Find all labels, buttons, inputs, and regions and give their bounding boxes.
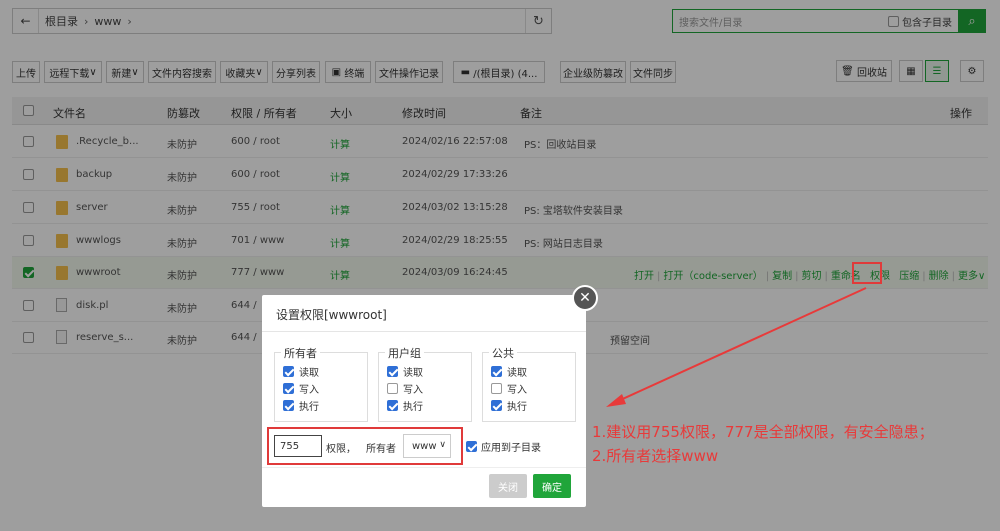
confirm-button[interactable]: 确定 [533, 474, 571, 498]
public-group-title: 公共 [489, 345, 517, 361]
group-exec-checkbox[interactable] [387, 400, 398, 411]
close-button[interactable]: 关闭 [489, 474, 527, 498]
close-icon[interactable]: ✕ [572, 285, 598, 311]
permission-dialog: 设置权限[wwwroot] 所有者 读取 写入 执行 用户组 读取 写入 执行 … [262, 295, 586, 507]
public-group: 公共 读取 写入 执行 [482, 345, 576, 422]
dialog-title: 设置权限[wwwroot] [276, 308, 387, 322]
apply-subdir-option[interactable]: 应用到子目录 [466, 439, 541, 454]
owner-read-checkbox[interactable] [283, 366, 294, 377]
annotation-line-1: 1.建议用755权限，777是全部权限，有安全隐患； [592, 423, 934, 441]
owner-group: 所有者 读取 写入 执行 [274, 345, 368, 422]
apply-subdir-checkbox[interactable] [466, 441, 477, 452]
public-exec-checkbox[interactable] [491, 400, 502, 411]
owner-write-checkbox[interactable] [283, 383, 294, 394]
owner-exec-option[interactable]: 执行 [283, 398, 319, 413]
highlight-permission-owner [267, 427, 463, 465]
public-write-option[interactable]: 写入 [491, 381, 527, 396]
annotation-line-2: 2.所有者选择www [592, 447, 719, 465]
public-exec-option[interactable]: 执行 [491, 398, 527, 413]
owner-read-option[interactable]: 读取 [283, 364, 319, 379]
group-write-option[interactable]: 写入 [387, 381, 423, 396]
group-group-title: 用户组 [385, 345, 424, 361]
owner-write-option[interactable]: 写入 [283, 381, 319, 396]
group-exec-option[interactable]: 执行 [387, 398, 423, 413]
public-read-checkbox[interactable] [491, 366, 502, 377]
group-write-checkbox[interactable] [387, 383, 398, 394]
owner-group-title: 所有者 [281, 345, 320, 361]
annotation-note: 1.建议用755权限，777是全部权限，有安全隐患； 2.所有者选择www [592, 420, 934, 468]
owner-exec-checkbox[interactable] [283, 400, 294, 411]
group-read-option[interactable]: 读取 [387, 364, 423, 379]
public-read-option[interactable]: 读取 [491, 364, 527, 379]
public-write-checkbox[interactable] [491, 383, 502, 394]
group-read-checkbox[interactable] [387, 366, 398, 377]
group-group: 用户组 读取 写入 执行 [378, 345, 472, 422]
